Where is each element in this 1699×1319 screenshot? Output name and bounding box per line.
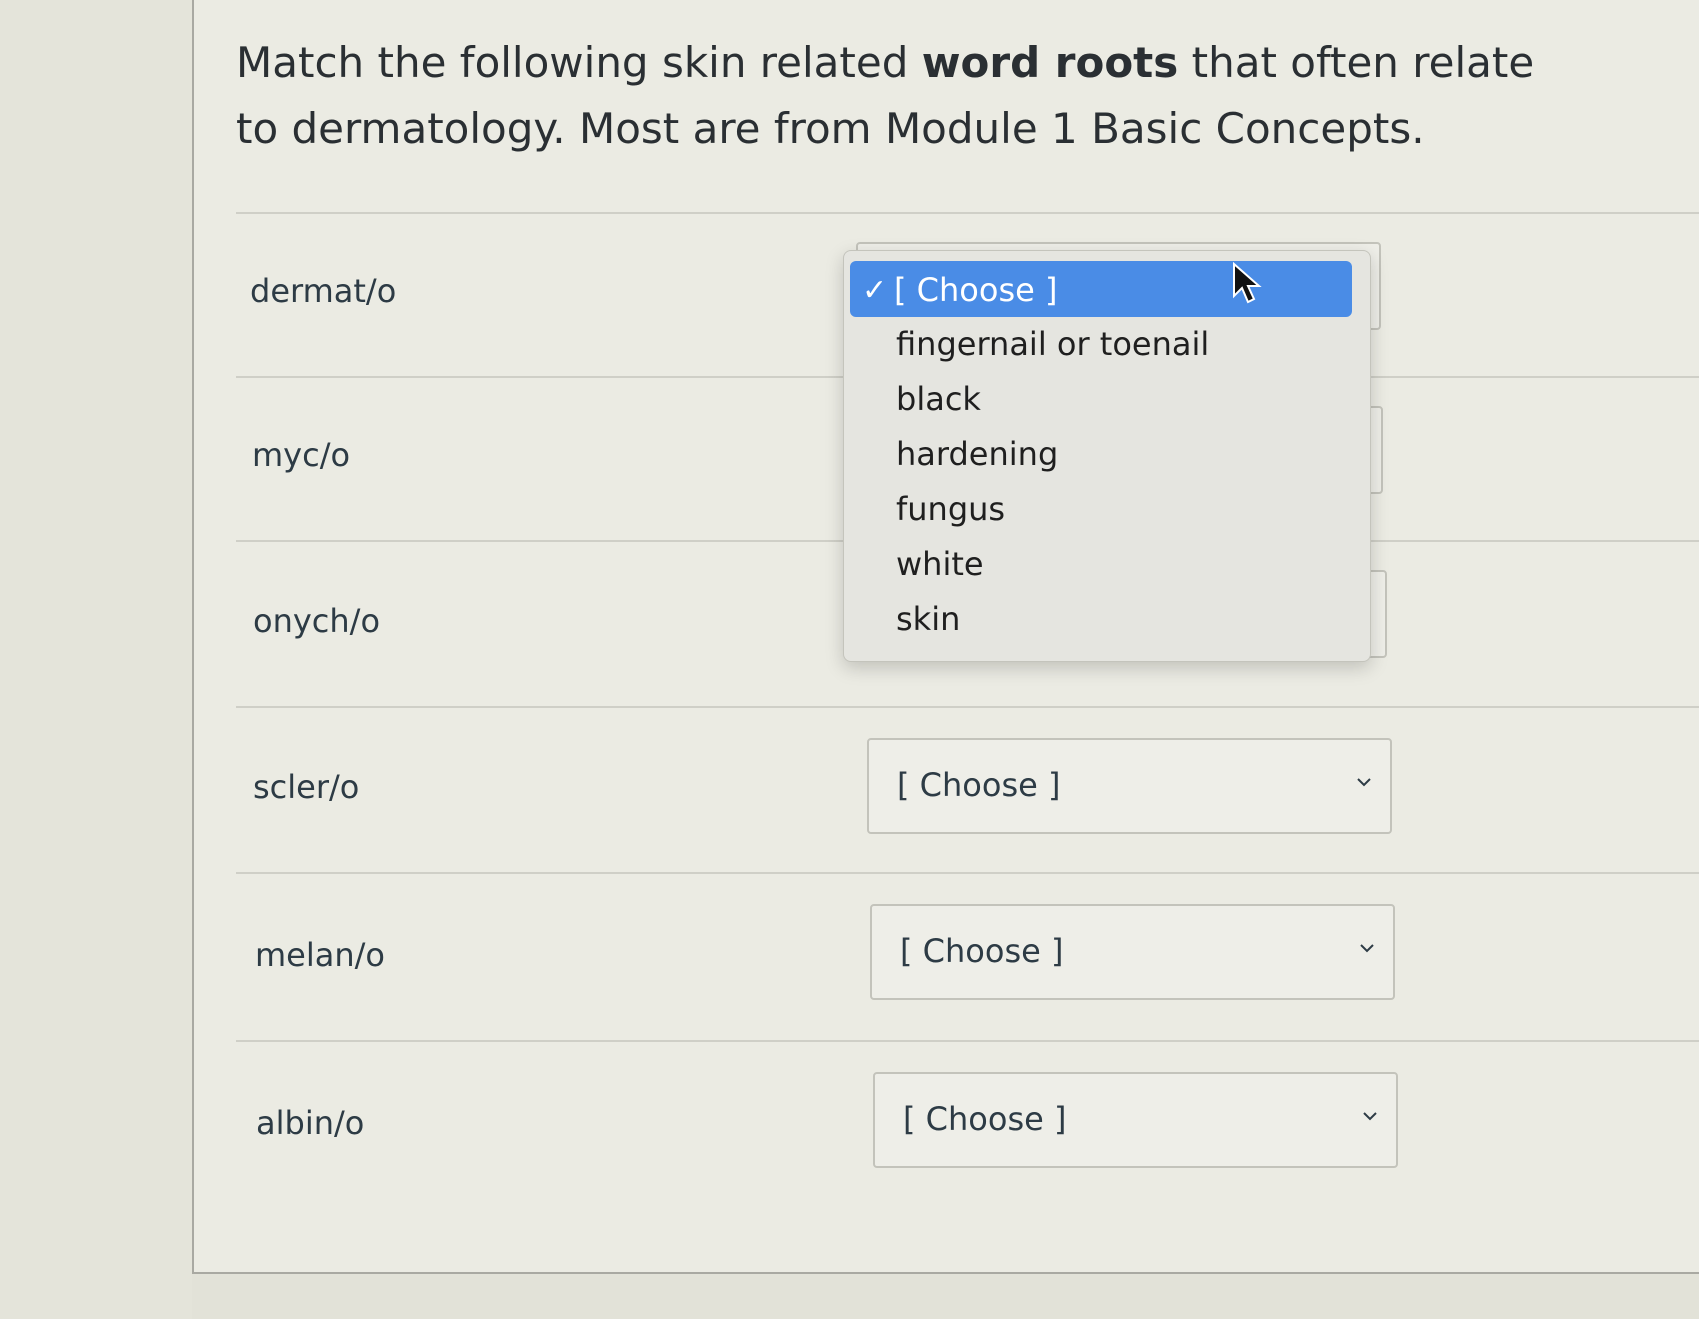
answer-select-albin[interactable]: [ Choose ] (873, 1072, 1398, 1168)
question-emphasis: word roots (921, 38, 1179, 87)
dropdown-option[interactable]: fingernail or toenail (896, 325, 1209, 363)
term-label: scler/o (253, 768, 360, 806)
term-label: melan/o (255, 936, 385, 974)
term-label: myc/o (252, 436, 351, 474)
check-icon: ✓ (862, 273, 888, 308)
answer-select-scler[interactable]: [ Choose ] (867, 738, 1392, 834)
answer-select-melan[interactable]: [ Choose ] (870, 904, 1395, 1000)
row-divider (236, 212, 1699, 214)
mouse-cursor-icon (1232, 261, 1262, 306)
term-label: dermat/o (250, 272, 397, 310)
dropdown-menu: ✓ [ Choose ] fingernail or toenail black… (843, 250, 1371, 662)
row-divider (236, 706, 1699, 708)
row-divider (236, 1040, 1699, 1042)
chevron-down-icon (1356, 774, 1372, 790)
select-value: [ Choose ] (900, 932, 1064, 970)
dropdown-option[interactable]: black (896, 380, 981, 418)
row-divider (236, 872, 1699, 874)
left-margin (0, 0, 192, 1319)
term-label: onych/o (253, 602, 381, 640)
dropdown-option[interactable]: hardening (896, 435, 1058, 473)
dropdown-option[interactable]: skin (896, 600, 960, 638)
dropdown-option[interactable]: white (896, 545, 984, 583)
term-label: albin/o (256, 1104, 365, 1142)
chevron-down-icon (1362, 1108, 1378, 1124)
question-text: Match the following skin related word ro… (236, 38, 1535, 153)
dropdown-option[interactable]: fungus (896, 490, 1005, 528)
chevron-down-icon (1359, 940, 1375, 956)
select-value: [ Choose ] (903, 1100, 1067, 1138)
select-value: [ Choose ] (897, 766, 1061, 804)
dropdown-option-selected[interactable]: ✓ [ Choose ] (850, 261, 1352, 317)
